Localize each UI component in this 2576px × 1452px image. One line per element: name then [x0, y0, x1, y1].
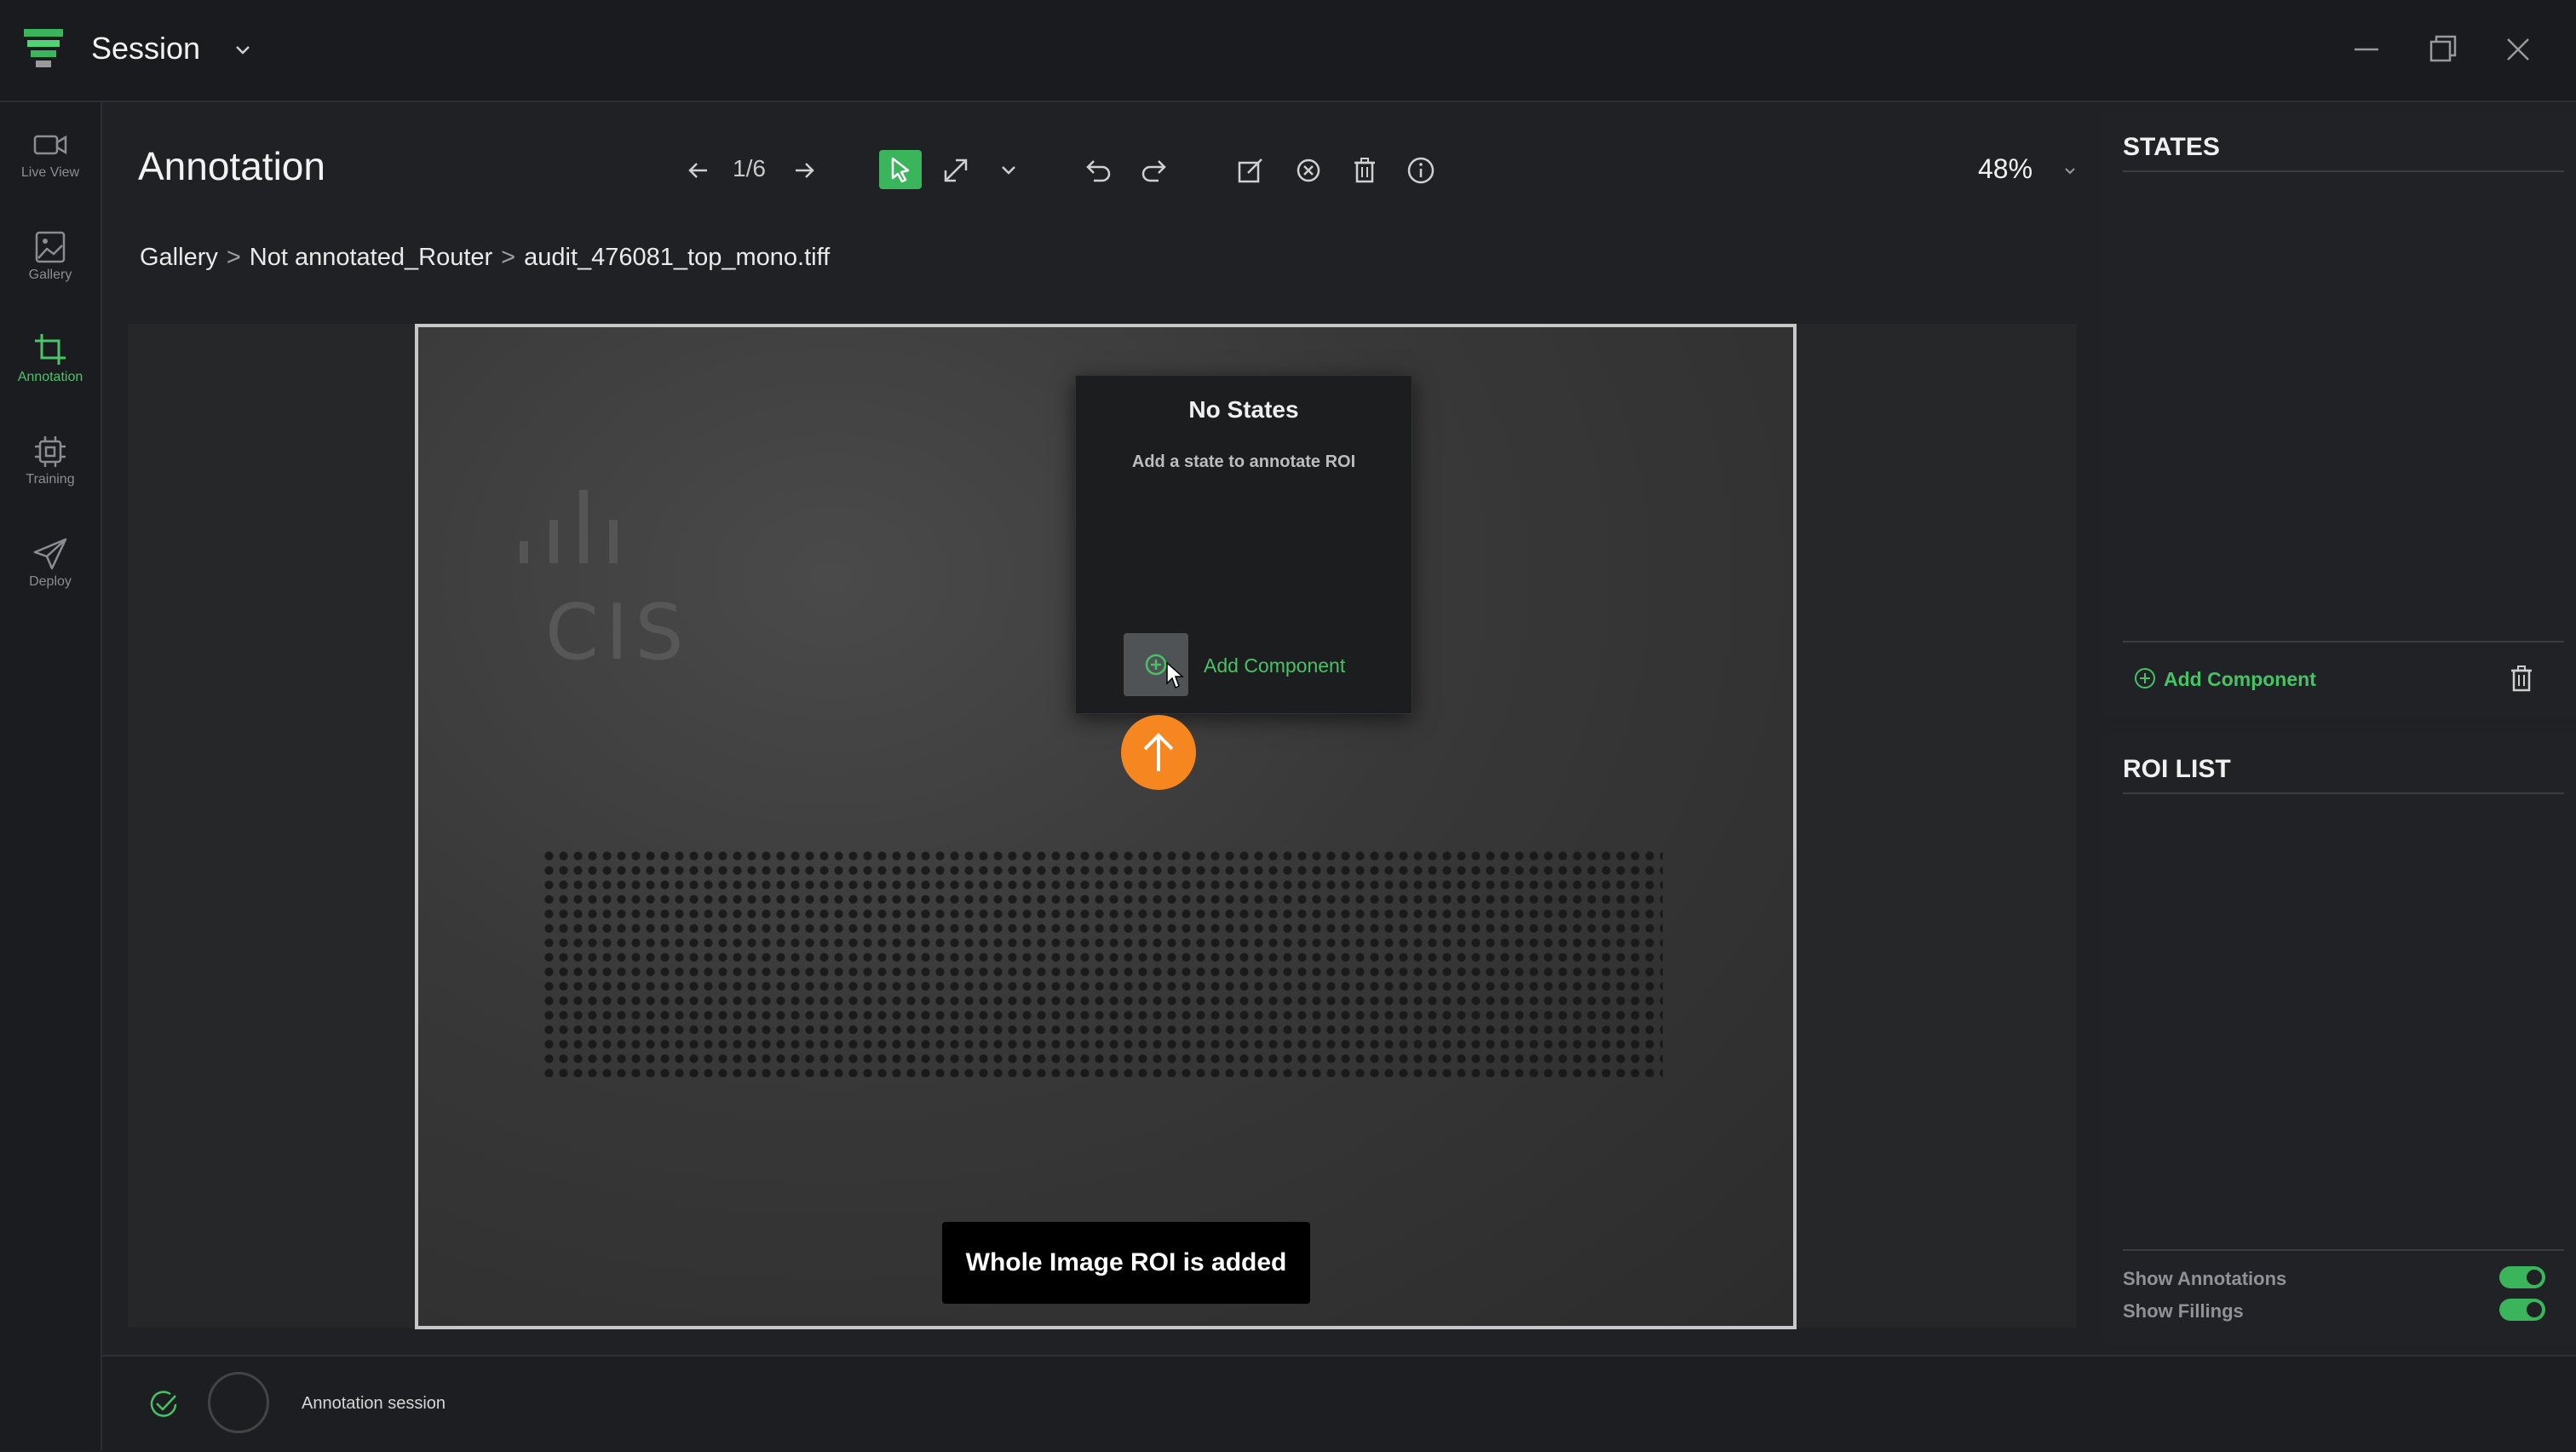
cisco-logo-bars	[520, 490, 618, 563]
check-circle-icon	[150, 1391, 177, 1417]
status-text: Annotation session	[302, 1394, 446, 1413]
roi-footer-divider	[2123, 1249, 2564, 1251]
no-states-popup: No States Add a state to annotate ROI Ad…	[1075, 375, 1412, 714]
plus-circle-icon[interactable]	[2133, 666, 2157, 690]
session-title[interactable]: Session	[91, 31, 200, 66]
close-icon[interactable]	[2499, 31, 2537, 68]
popup-title: No States	[1188, 396, 1299, 423]
vent-pattern	[542, 849, 1663, 1077]
toast-message: Whole Image ROI is added	[942, 1222, 1310, 1304]
popup-add-component-label[interactable]: Add Component	[1204, 654, 1345, 677]
nav-item-gallery[interactable]: Gallery	[0, 205, 101, 298]
redo-icon[interactable]	[1138, 153, 1172, 187]
expand-icon[interactable]	[939, 153, 973, 187]
roi-list-panel: ROI LIST Show Annotations Show Fillings	[2102, 733, 2576, 1345]
roi-divider	[2123, 792, 2564, 794]
states-heading: STATES	[2123, 133, 2220, 161]
add-component-button[interactable]: Add Component	[2164, 668, 2316, 691]
show-fillings-label: Show Fillings	[2123, 1300, 2244, 1322]
nav-label-deploy: Deploy	[29, 574, 72, 589]
cursor-select-icon	[891, 157, 910, 183]
mouse-pointer-icon	[1166, 661, 1184, 689]
nav-label-live-view: Live View	[20, 165, 80, 180]
trash-icon[interactable]	[1348, 153, 1382, 187]
restore-icon[interactable]	[2424, 31, 2462, 68]
cisco-logo-text: CIS	[545, 588, 691, 677]
states-footer-divider	[2123, 641, 2564, 642]
breadcrumb-item-file: audit_476081_top_mono.tiff	[524, 244, 831, 271]
breadcrumb: Gallery > Not annotated_Router > audit_47608…	[140, 244, 830, 272]
select-tool-button[interactable]	[879, 150, 922, 189]
popup-subtitle: Add a state to annotate ROI	[1131, 452, 1356, 471]
trash-icon[interactable]	[2506, 663, 2537, 694]
chevron-down-icon[interactable]	[232, 39, 254, 61]
left-nav: Live View Gallery Annotation Training De…	[0, 102, 102, 1450]
chevron-down-icon[interactable]	[2053, 153, 2087, 187]
send-icon	[33, 538, 67, 570]
nav-label-gallery: Gallery	[28, 268, 72, 282]
undo-icon[interactable]	[1080, 153, 1114, 187]
arrow-right-icon[interactable]	[787, 153, 821, 187]
video-camera-icon	[33, 135, 67, 155]
page-title: Annotation	[138, 144, 325, 188]
image-icon	[35, 231, 66, 263]
right-panel: STATES Add Component ROI LIST Show Annot…	[2102, 111, 2576, 1345]
breadcrumb-separator: >	[501, 244, 516, 271]
states-divider	[2123, 170, 2564, 172]
breadcrumb-separator: >	[226, 244, 241, 271]
breadcrumb-item-folder[interactable]: Not annotated_Router	[250, 244, 492, 271]
nav-item-training[interactable]: Training	[0, 409, 101, 503]
info-icon[interactable]	[1404, 153, 1438, 187]
breadcrumb-item-gallery[interactable]: Gallery	[140, 244, 218, 271]
crop-icon	[35, 334, 66, 365]
upload-button[interactable]	[1121, 715, 1196, 790]
arrow-up-icon	[1143, 733, 1174, 771]
roi-list-heading: ROI LIST	[2123, 755, 2231, 783]
show-fillings-toggle[interactable]	[2499, 1299, 2545, 1321]
clear-icon[interactable]	[1291, 153, 1325, 187]
states-panel: STATES Add Component	[2102, 111, 2576, 717]
title-bar: Session	[0, 0, 2576, 102]
arrow-left-icon[interactable]	[681, 153, 716, 187]
nav-item-live-view[interactable]: Live View	[0, 102, 101, 196]
nav-item-deploy[interactable]: Deploy	[0, 511, 101, 605]
show-annotations-label: Show Annotations	[2123, 1268, 2287, 1289]
show-annotations-toggle[interactable]	[2499, 1266, 2545, 1288]
image-counter: 1/6	[733, 155, 766, 182]
nav-item-annotation[interactable]: Annotation	[0, 307, 101, 400]
zoom-level[interactable]: 48%	[1978, 153, 2033, 185]
nav-label-training: Training	[26, 472, 75, 487]
edit-icon[interactable]	[1233, 153, 1268, 187]
chip-icon	[35, 436, 66, 467]
status-bar: Annotation session	[102, 1355, 2576, 1452]
progress-ring	[208, 1372, 269, 1433]
nav-label-annotation: Annotation	[17, 370, 83, 384]
chevron-down-icon[interactable]	[992, 153, 1026, 187]
minimize-icon[interactable]	[2348, 31, 2385, 68]
layers-logo-icon	[24, 29, 63, 67]
